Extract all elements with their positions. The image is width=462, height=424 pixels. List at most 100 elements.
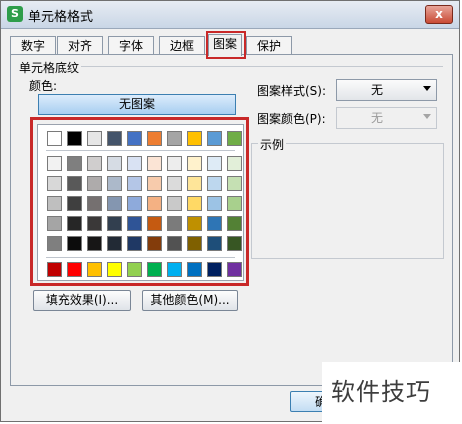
color-swatch-tint3-2[interactable] [67, 196, 82, 211]
color-swatch-tint3-10[interactable] [227, 196, 242, 211]
cell-shading-group-title: 单元格底纹 [19, 61, 80, 75]
color-swatch-tint3-3[interactable] [87, 196, 102, 211]
chevron-down-icon [423, 86, 431, 91]
color-swatch-tint1-4[interactable] [107, 156, 122, 171]
color-swatch-tint1-7[interactable] [167, 156, 182, 171]
color-swatch-tint3-6[interactable] [147, 196, 162, 211]
color-swatch-tint4-1[interactable] [47, 216, 62, 231]
no-pattern-button[interactable]: 无图案 [38, 94, 236, 115]
color-swatch-tint2-9[interactable] [207, 176, 222, 191]
color-swatch-theme-5[interactable] [127, 131, 142, 146]
color-swatch-theme-8[interactable] [187, 131, 202, 146]
color-swatch-standard-10[interactable] [227, 262, 242, 277]
pattern-style-label: 图案样式(S): [257, 84, 327, 98]
color-swatch-tint3-7[interactable] [167, 196, 182, 211]
tab-number[interactable]: 数字 [10, 36, 56, 55]
tab-protection[interactable]: 保护 [246, 36, 292, 55]
pattern-style-value: 无 [370, 83, 383, 97]
color-swatch-tint2-5[interactable] [127, 176, 142, 191]
color-swatch-tint5-6[interactable] [147, 236, 162, 251]
palette-divider [46, 257, 235, 258]
color-swatch-tint2-10[interactable] [227, 176, 242, 191]
color-swatch-theme-4[interactable] [107, 131, 122, 146]
close-button[interactable]: x [425, 5, 453, 24]
color-swatch-standard-4[interactable] [107, 262, 122, 277]
fill-effects-button[interactable]: 填充效果(I)... [33, 290, 131, 311]
color-swatch-tint5-1[interactable] [47, 236, 62, 251]
color-swatch-theme-10[interactable] [227, 131, 242, 146]
color-swatch-tint5-3[interactable] [87, 236, 102, 251]
color-swatch-standard-2[interactable] [67, 262, 82, 277]
pattern-style-dropdown[interactable]: 无 [336, 79, 437, 101]
color-swatch-tint2-4[interactable] [107, 176, 122, 191]
color-swatch-tint3-9[interactable] [207, 196, 222, 211]
color-swatch-tint4-4[interactable] [107, 216, 122, 231]
color-swatch-tint1-8[interactable] [187, 156, 202, 171]
color-swatch-tint3-5[interactable] [127, 196, 142, 211]
color-swatch-tint5-10[interactable] [227, 236, 242, 251]
color-palette [37, 124, 244, 281]
color-swatch-standard-7[interactable] [167, 262, 182, 277]
color-swatch-tint1-5[interactable] [127, 156, 142, 171]
watermark-text: 软件技巧 [331, 378, 431, 406]
tab-alignment[interactable]: 对齐 [57, 36, 103, 55]
pattern-panel: 单元格底纹 颜色: 无图案 填充效果(I)... 其他颜色(M)... 图案样式… [10, 54, 453, 386]
color-swatch-theme-6[interactable] [147, 131, 162, 146]
color-swatch-standard-9[interactable] [207, 262, 222, 277]
color-swatch-tint5-4[interactable] [107, 236, 122, 251]
group-divider [81, 66, 443, 67]
more-colors-button[interactable]: 其他颜色(M)... [142, 290, 238, 311]
tab-pattern[interactable]: 图案 [208, 34, 242, 56]
color-swatch-tint5-8[interactable] [187, 236, 202, 251]
color-swatch-tint1-9[interactable] [207, 156, 222, 171]
color-swatch-tint1-1[interactable] [47, 156, 62, 171]
color-swatch-tint1-10[interactable] [227, 156, 242, 171]
color-palette-highlight [30, 117, 249, 286]
title-bar: S 单元格格式 x [1, 1, 459, 29]
color-swatch-theme-7[interactable] [167, 131, 182, 146]
color-swatch-tint5-9[interactable] [207, 236, 222, 251]
color-swatch-tint3-4[interactable] [107, 196, 122, 211]
color-swatch-theme-2[interactable] [67, 131, 82, 146]
color-swatch-tint1-3[interactable] [87, 156, 102, 171]
color-swatch-tint1-2[interactable] [67, 156, 82, 171]
tab-border[interactable]: 边框 [159, 36, 205, 55]
color-swatch-standard-3[interactable] [87, 262, 102, 277]
color-swatch-tint5-2[interactable] [67, 236, 82, 251]
tab-font[interactable]: 字体 [108, 36, 154, 55]
color-swatch-tint2-8[interactable] [187, 176, 202, 191]
color-swatch-tint4-6[interactable] [147, 216, 162, 231]
color-swatch-theme-1[interactable] [47, 131, 62, 146]
color-swatch-tint4-8[interactable] [187, 216, 202, 231]
pattern-color-dropdown[interactable]: 无 [336, 107, 437, 129]
color-swatch-tint3-8[interactable] [187, 196, 202, 211]
color-swatch-tint4-7[interactable] [167, 216, 182, 231]
pattern-color-label: 图案颜色(P): [257, 112, 326, 126]
color-swatch-theme-3[interactable] [87, 131, 102, 146]
chevron-down-icon [423, 114, 431, 119]
color-swatch-tint2-7[interactable] [167, 176, 182, 191]
color-swatch-standard-1[interactable] [47, 262, 62, 277]
color-swatch-theme-9[interactable] [207, 131, 222, 146]
color-swatch-standard-8[interactable] [187, 262, 202, 277]
color-swatch-tint4-3[interactable] [87, 216, 102, 231]
color-swatch-tint5-7[interactable] [167, 236, 182, 251]
color-swatch-tint4-9[interactable] [207, 216, 222, 231]
color-swatch-tint4-5[interactable] [127, 216, 142, 231]
wps-app-icon: S [7, 6, 23, 22]
color-swatch-tint1-6[interactable] [147, 156, 162, 171]
color-swatch-tint4-10[interactable] [227, 216, 242, 231]
color-swatch-tint2-6[interactable] [147, 176, 162, 191]
dialog-title: 单元格格式 [28, 10, 94, 25]
color-swatch-tint2-3[interactable] [87, 176, 102, 191]
color-swatch-tint3-1[interactable] [47, 196, 62, 211]
color-swatch-standard-5[interactable] [127, 262, 142, 277]
pattern-color-value: 无 [370, 111, 383, 125]
color-swatch-tint4-2[interactable] [67, 216, 82, 231]
color-swatch-tint2-2[interactable] [67, 176, 82, 191]
color-swatch-tint5-5[interactable] [127, 236, 142, 251]
color-swatch-standard-6[interactable] [147, 262, 162, 277]
color-label: 颜色: [29, 79, 58, 93]
color-swatch-tint2-1[interactable] [47, 176, 62, 191]
sample-preview [251, 143, 444, 259]
